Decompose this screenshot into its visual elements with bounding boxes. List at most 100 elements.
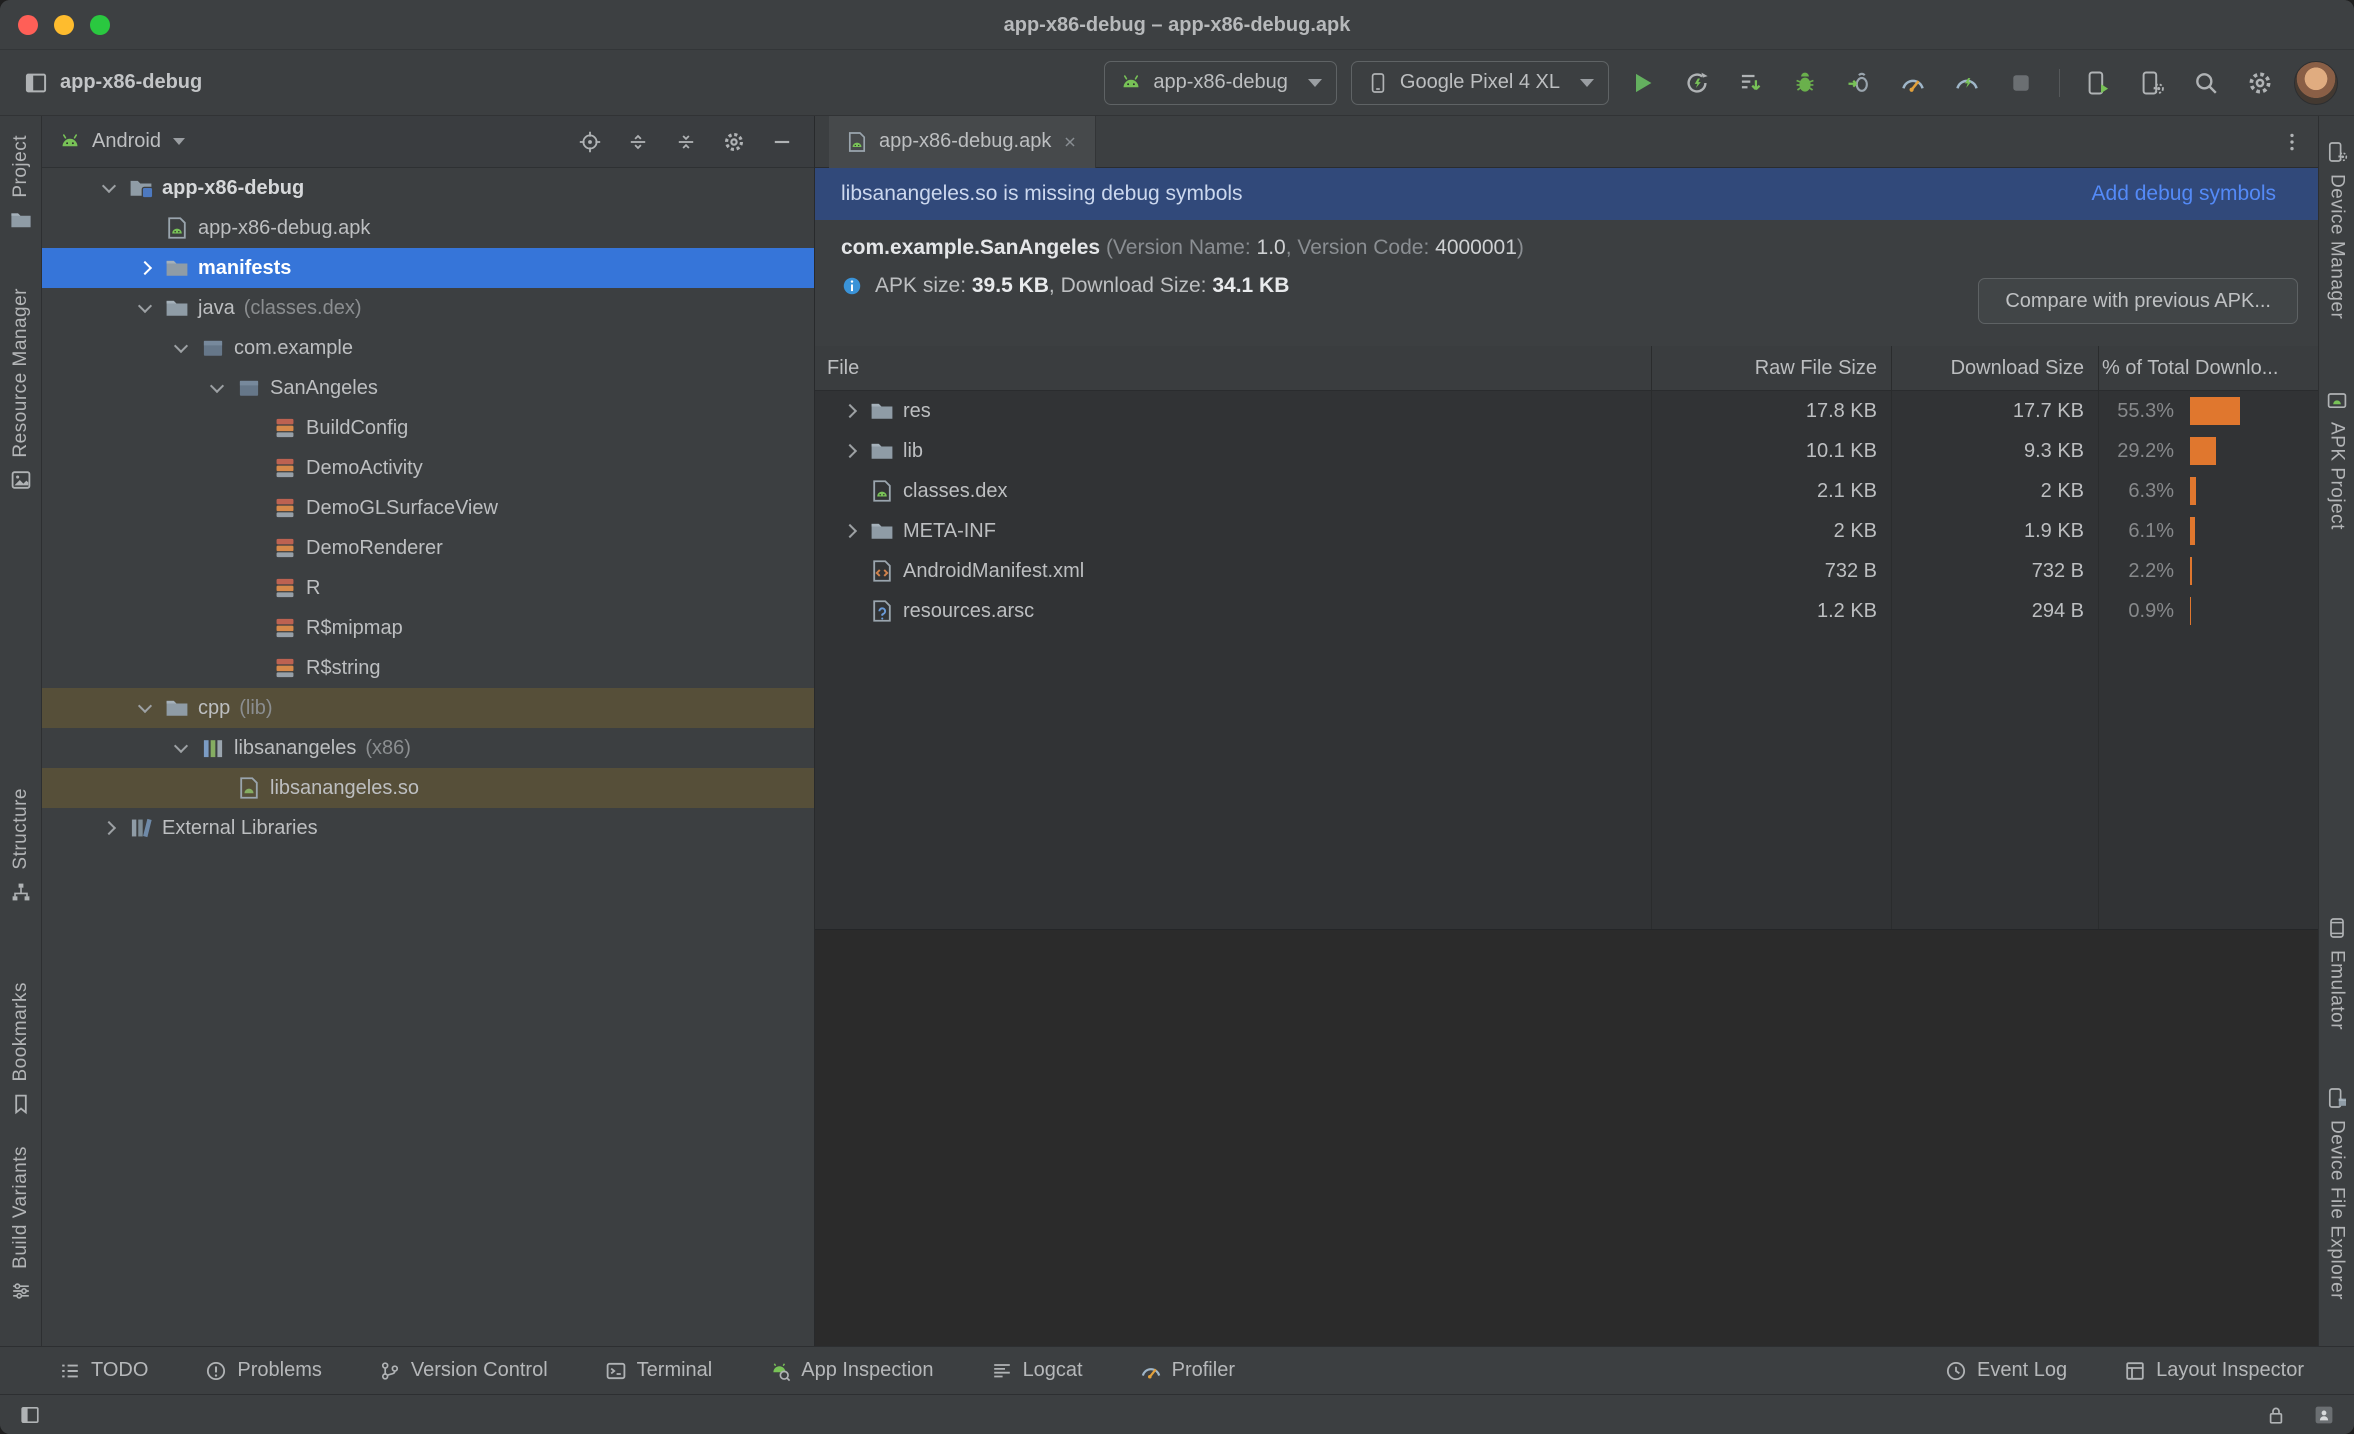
apk-table-row[interactable]: AndroidManifest.xml 732 B 732 B 2.2% [815, 551, 2318, 591]
tool-window-switcher-icon[interactable] [18, 1403, 42, 1427]
tool-apk-project[interactable]: APK Project [2319, 388, 2354, 530]
hide-panel-icon[interactable] [770, 130, 794, 154]
tool-build-variants[interactable]: Build Variants [0, 1146, 41, 1303]
tool-version-control[interactable]: Version Control [378, 1359, 548, 1383]
row-chevron-icon[interactable] [839, 479, 863, 503]
tool-logcat[interactable]: Logcat [990, 1359, 1083, 1383]
tree-item[interactable]: libsanangeles.so [42, 768, 814, 808]
tree-item[interactable]: R$mipmap [42, 608, 814, 648]
tool-device-file-explorer[interactable]: Device File Explorer [2319, 1086, 2354, 1300]
tool-todo[interactable]: TODO [58, 1359, 148, 1383]
collapse-all-icon[interactable] [674, 130, 698, 154]
tree-chevron-icon[interactable] [134, 696, 158, 720]
tool-app-inspection[interactable]: App Inspection [768, 1359, 934, 1383]
apk-table-row[interactable]: resources.arsc 1.2 KB 294 B 0.9% [815, 591, 2318, 631]
tree-item[interactable]: com.example [42, 328, 814, 368]
tree-chevron-icon[interactable] [134, 216, 158, 240]
tool-event-log[interactable]: Event Log [1944, 1359, 2067, 1383]
editor-options-icon[interactable] [2280, 130, 2304, 154]
apk-table-row[interactable]: META-INF 2 KB 1.9 KB 6.1% [815, 511, 2318, 551]
tool-terminal[interactable]: Terminal [604, 1359, 712, 1383]
chevron-down-icon [1580, 78, 1594, 87]
tool-profiler[interactable]: Profiler [1139, 1359, 1235, 1383]
tree-chevron-icon[interactable] [206, 376, 230, 400]
project-view-selector[interactable]: Android [92, 130, 161, 153]
tool-layout-inspector[interactable]: Layout Inspector [2123, 1359, 2304, 1383]
tool-problems[interactable]: Problems [204, 1359, 322, 1383]
apk-table-row[interactable]: classes.dex 2.1 KB 2 KB 6.3% [815, 471, 2318, 511]
column-raw-size[interactable]: Raw File Size [1651, 357, 1891, 380]
tree-chevron-icon[interactable] [242, 416, 266, 440]
tree-item[interactable]: DemoGLSurfaceView [42, 488, 814, 528]
tree-chevron-icon[interactable] [242, 576, 266, 600]
tree-chevron-icon[interactable] [98, 816, 122, 840]
running-devices-button[interactable] [2078, 63, 2118, 103]
expand-all-icon[interactable] [626, 130, 650, 154]
stop-button[interactable] [2001, 63, 2041, 103]
apply-changes-button[interactable] [1677, 63, 1717, 103]
panel-settings-icon[interactable] [722, 130, 746, 154]
row-chevron-icon[interactable] [839, 559, 863, 583]
row-chevron-icon[interactable] [839, 399, 863, 423]
tree-chevron-icon[interactable] [242, 536, 266, 560]
tree-item[interactable]: manifests [42, 248, 814, 288]
tree-item[interactable]: DemoRenderer [42, 528, 814, 568]
tree-chevron-icon[interactable] [170, 336, 194, 360]
profile-low-overhead-button[interactable] [1947, 63, 1987, 103]
tree-item[interactable]: R [42, 568, 814, 608]
tree-item[interactable]: DemoActivity [42, 448, 814, 488]
tree-chevron-icon[interactable] [206, 776, 230, 800]
column-file[interactable]: File [815, 357, 1651, 380]
tool-bookmarks[interactable]: Bookmarks [0, 982, 41, 1116]
column-download-size[interactable]: Download Size [1891, 357, 2098, 380]
debug-button[interactable] [1785, 63, 1825, 103]
tree-item[interactable]: R$string [42, 648, 814, 688]
tree-item[interactable]: libsanangeles (x86) [42, 728, 814, 768]
avatar[interactable] [2294, 60, 2338, 105]
tree-chevron-icon[interactable] [242, 616, 266, 640]
tool-structure[interactable]: Structure [0, 788, 41, 904]
tree-chevron-icon[interactable] [98, 176, 122, 200]
tool-resource-manager[interactable]: Resource Manager [0, 288, 41, 492]
device-manager-button[interactable] [2132, 63, 2172, 103]
tree-item[interactable]: External Libraries [42, 808, 814, 848]
run-configuration-select[interactable]: app-x86-debug [1104, 60, 1337, 105]
project-tree: app-x86-debug app-x86-debug.apk manifest… [42, 168, 814, 1346]
apply-code-changes-button[interactable] [1731, 63, 1771, 103]
tab-apk[interactable]: app-x86-debug.apk [829, 115, 1097, 168]
apk-table-row[interactable]: res 17.8 KB 17.7 KB 55.3% [815, 391, 2318, 431]
row-chevron-icon[interactable] [839, 599, 863, 623]
lock-icon[interactable] [2264, 1403, 2288, 1427]
tree-item[interactable]: app-x86-debug.apk [42, 208, 814, 248]
row-chevron-icon[interactable] [839, 519, 863, 543]
user-badge-icon[interactable] [2312, 1403, 2336, 1427]
tree-chevron-icon[interactable] [242, 656, 266, 680]
tree-item[interactable]: SanAngeles [42, 368, 814, 408]
device-select[interactable]: Google Pixel 4 XL [1350, 60, 1609, 105]
profile-button[interactable] [1893, 63, 1933, 103]
tree-chevron-icon[interactable] [242, 456, 266, 480]
search-everywhere-button[interactable] [2186, 63, 2226, 103]
settings-button[interactable] [2240, 63, 2280, 103]
row-chevron-icon[interactable] [839, 439, 863, 463]
tool-project[interactable]: Project [0, 135, 41, 232]
close-tab-icon[interactable] [1061, 133, 1079, 151]
tool-emulator[interactable]: Emulator [2319, 916, 2354, 1030]
tool-device-manager[interactable]: Device Manager [2319, 140, 2354, 319]
compare-apk-button[interactable]: Compare with previous APK... [1978, 278, 2298, 324]
tree-chevron-icon[interactable] [134, 296, 158, 320]
tree-chevron-icon[interactable] [242, 496, 266, 520]
tree-item[interactable]: BuildConfig [42, 408, 814, 448]
add-debug-symbols-link[interactable]: Add debug symbols [2092, 182, 2276, 206]
tree-item[interactable]: java (classes.dex) [42, 288, 814, 328]
tree-chevron-icon[interactable] [134, 256, 158, 280]
tree-item[interactable]: app-x86-debug [42, 168, 814, 208]
tree-item-icon [272, 415, 298, 441]
column-percent[interactable]: % of Total Downlo... [2098, 357, 2318, 380]
run-button[interactable] [1623, 63, 1663, 103]
select-opened-file-icon[interactable] [578, 130, 602, 154]
tree-item[interactable]: cpp (lib) [42, 688, 814, 728]
attach-debugger-button[interactable] [1839, 63, 1879, 103]
tree-chevron-icon[interactable] [170, 736, 194, 760]
apk-table-row[interactable]: lib 10.1 KB 9.3 KB 29.2% [815, 431, 2318, 471]
